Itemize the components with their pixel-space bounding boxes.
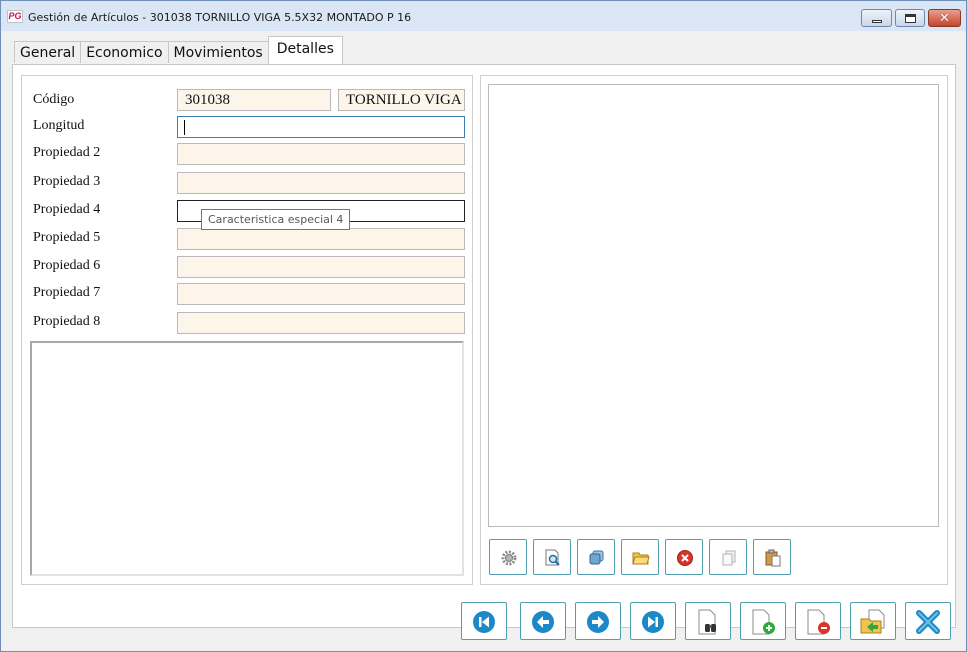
properties-panel: Código 301038 TORNILLO VIGA Longitud Pro… <box>21 75 473 585</box>
longitud-field[interactable] <box>177 116 465 138</box>
open-folder-icon <box>632 552 650 565</box>
propiedad7-field[interactable] <box>177 283 465 305</box>
next-record-icon <box>587 611 609 633</box>
delete-icon <box>677 550 693 566</box>
copy-button[interactable] <box>709 539 747 575</box>
notes-memo[interactable] <box>30 341 464 576</box>
app-logo-icon: PG <box>7 10 23 23</box>
next-record-button[interactable] <box>575 602 621 640</box>
codigo-field[interactable]: 301038 <box>177 89 331 111</box>
open-record-icon <box>860 609 885 634</box>
minimize-button[interactable] <box>861 9 892 27</box>
gear-icon <box>501 550 517 566</box>
new-record-icon <box>752 609 775 635</box>
layers-button[interactable] <box>577 539 615 575</box>
paste-icon <box>765 549 781 567</box>
client-area: General Economico Movimientos Detalles C… <box>6 31 961 648</box>
preview-icon <box>545 549 560 566</box>
new-record-button[interactable] <box>740 602 786 640</box>
first-record-button[interactable] <box>461 602 507 640</box>
articulos-window: PG Gestión de Artículos - 301038 TORNILL… <box>0 0 967 652</box>
tab-general[interactable]: General <box>14 41 82 63</box>
paste-button[interactable] <box>753 539 791 575</box>
minimize-icon <box>872 20 882 23</box>
propiedad2-label: Propiedad 2 <box>33 145 101 160</box>
title-bar: PG Gestión de Artículos - 301038 TORNILL… <box>1 1 966 31</box>
propiedad7-label: Propiedad 7 <box>33 285 101 300</box>
open-folder-button[interactable] <box>621 539 659 575</box>
codigo-label: Código <box>33 92 75 107</box>
tooltip: Caracteristica especial 4 <box>201 209 351 230</box>
first-record-icon <box>473 611 495 633</box>
search-button[interactable] <box>685 602 731 640</box>
detalles-page: Código 301038 TORNILLO VIGA Longitud Pro… <box>12 64 956 628</box>
propiedad5-field[interactable] <box>177 228 465 250</box>
delete-record-button[interactable] <box>795 602 841 640</box>
text-caret <box>184 120 185 135</box>
longitud-label: Longitud <box>33 118 85 133</box>
propiedad3-field[interactable] <box>177 172 465 194</box>
copy-icon <box>722 550 736 566</box>
close-form-button[interactable] <box>905 602 951 640</box>
search-icon <box>698 609 716 635</box>
propiedad6-label: Propiedad 6 <box>33 258 101 273</box>
preview-button[interactable] <box>533 539 571 575</box>
image-viewer[interactable] <box>488 84 939 527</box>
last-record-icon <box>642 611 664 633</box>
delete-record-icon <box>807 609 830 635</box>
previous-record-button[interactable] <box>520 602 566 640</box>
tab-economico[interactable]: Economico <box>80 41 169 63</box>
maximize-icon <box>905 14 916 23</box>
descripcion-field[interactable]: TORNILLO VIGA <box>338 89 465 111</box>
propiedad5-label: Propiedad 5 <box>33 230 101 245</box>
previous-record-icon <box>532 611 554 633</box>
settings-button[interactable] <box>489 539 527 575</box>
maximize-button[interactable] <box>895 9 925 27</box>
propiedad4-label: Propiedad 4 <box>33 202 101 217</box>
propiedad3-label: Propiedad 3 <box>33 174 101 189</box>
propiedad8-field[interactable] <box>177 312 465 334</box>
propiedad2-field[interactable] <box>177 143 465 165</box>
propiedad6-field[interactable] <box>177 256 465 278</box>
tab-detalles[interactable]: Detalles <box>267 36 343 64</box>
close-icon <box>916 610 940 634</box>
window-title: Gestión de Artículos - 301038 TORNILLO V… <box>28 11 412 24</box>
last-record-button[interactable] <box>630 602 676 640</box>
tab-strip: General Economico Movimientos Detalles <box>14 36 343 64</box>
image-panel <box>480 75 948 585</box>
delete-image-button[interactable] <box>665 539 703 575</box>
copy-layers-icon <box>589 550 604 565</box>
close-icon: ✕ <box>939 11 950 26</box>
tab-movimientos[interactable]: Movimientos <box>167 41 269 63</box>
propiedad8-label: Propiedad 8 <box>33 314 101 329</box>
open-record-button[interactable] <box>850 602 896 640</box>
close-window-button[interactable]: ✕ <box>928 9 961 27</box>
